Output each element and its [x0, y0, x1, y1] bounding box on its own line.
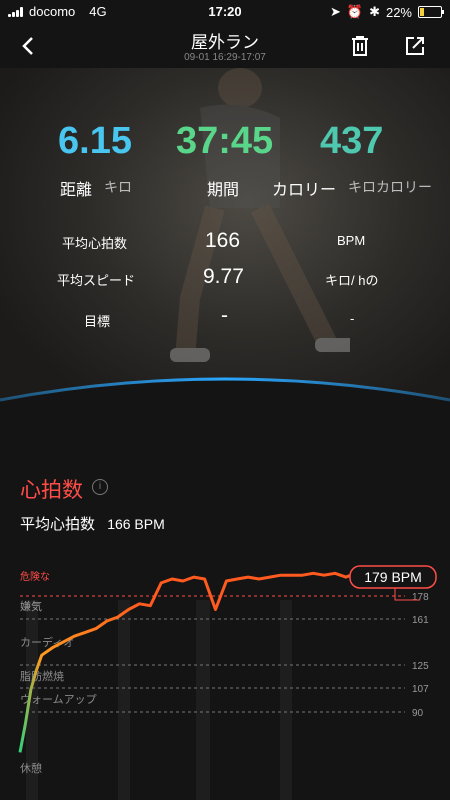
- avg-hr-unit: BPM: [337, 233, 366, 248]
- share-button[interactable]: [401, 32, 429, 60]
- avg-hr-caption: 平均心拍数: [20, 516, 96, 533]
- duration-value: 37:45: [176, 120, 274, 162]
- calories-label: カロリー: [272, 182, 337, 199]
- chart-band: [280, 600, 292, 800]
- avg-speed-label: 平均スピード: [57, 273, 136, 288]
- distance-unit: キロ: [104, 179, 132, 195]
- trash-icon: [352, 36, 368, 56]
- calories-value: 437: [320, 120, 384, 162]
- battery-fill: [420, 8, 425, 16]
- zone-threshold-label: 161: [412, 615, 429, 626]
- hero-curve: [0, 377, 450, 408]
- max-hr-badge-text: 179 BPM: [364, 569, 422, 585]
- chart-band: [118, 600, 130, 800]
- page-subtitle: 09-01 16:29-17:07: [184, 52, 266, 63]
- heart-rate-title: 心拍数: [20, 479, 83, 502]
- goal-value: -: [221, 304, 228, 327]
- zone-threshold-label: 125: [412, 661, 429, 672]
- info-icon[interactable]: i: [92, 479, 108, 495]
- zone-label: 嫌気: [20, 599, 42, 613]
- distance-label: 距離: [60, 182, 93, 199]
- delete-button[interactable]: [346, 32, 374, 60]
- location-icon: ➤: [329, 4, 341, 19]
- hero-section: 6.15 37:45 437 距離 キロ 期間 カロリー キロカロリー 平均心拍…: [0, 68, 450, 408]
- chart-band: [196, 600, 210, 800]
- alarm-icon: ⏰: [346, 4, 364, 19]
- zone-threshold-label: 90: [412, 708, 424, 719]
- zone-threshold-label: 178: [412, 592, 429, 603]
- goal-label: 目標: [84, 314, 111, 329]
- duration-label: 期間: [207, 182, 240, 199]
- zone-threshold-label: 107: [412, 684, 429, 695]
- avg-hr-reading: 166 BPM: [107, 516, 165, 532]
- status-right: ➤ ⏰ ✱ 22%: [329, 4, 444, 20]
- page-title: 屋外ラン: [191, 33, 259, 52]
- zone-label: 危険な: [20, 571, 50, 583]
- zone-label: 休憩: [20, 761, 42, 775]
- bluetooth-icon: ✱: [369, 4, 380, 19]
- avg-hr-label: 平均心拍数: [62, 236, 128, 251]
- share-icon: [406, 37, 424, 55]
- goal-unit: -: [350, 311, 355, 326]
- distance-value: 6.15: [58, 120, 132, 162]
- avg-speed-unit: キロ/ hの: [325, 273, 379, 288]
- avg-hr-value: 166: [205, 229, 241, 252]
- nav-bar: 屋外ラン 09-01 16:29-17:07: [0, 22, 450, 68]
- status-bar: docomo 4G 17:20 ➤ ⏰ ✱ 22%: [0, 0, 450, 22]
- runner-image: [170, 68, 350, 362]
- battery-percent: 22%: [385, 4, 412, 20]
- calories-unit: キロカロリー: [348, 179, 432, 195]
- avg-heart-rate: 平均心拍数 166 BPM: [20, 513, 165, 534]
- heart-rate-line: [18, 571, 431, 753]
- zone-label: 脂肪燃焼: [20, 669, 64, 683]
- battery-icon: [418, 6, 444, 18]
- avg-speed-value: 9.77: [203, 265, 244, 288]
- heart-rate-chart: 178危険な161嫌気カーディオ125脂肪燃焼107ウォームアップ90休憩179…: [18, 565, 437, 800]
